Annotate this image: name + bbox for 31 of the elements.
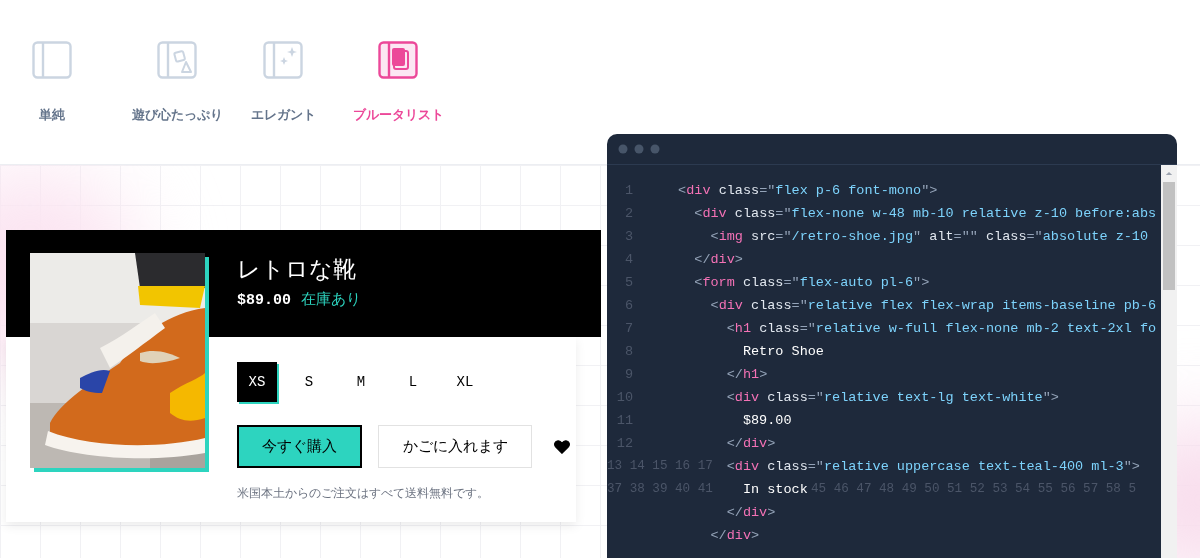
- code-line: <h1 class="relative w-full flex-none mb-2 text-2xl fo: [726, 321, 1157, 336]
- code-line: In stock: [742, 482, 808, 497]
- code-line: </div>: [726, 505, 776, 520]
- shipping-note: 米国本土からのご注文はすべて送料無料です。: [237, 486, 490, 501]
- style-tab[interactable]: 単純: [2, 41, 102, 124]
- size-option[interactable]: XS: [237, 362, 277, 402]
- code-line: $89.00: [742, 413, 792, 428]
- product-title: レトロな靴: [237, 255, 357, 283]
- size-option[interactable]: M: [341, 362, 381, 402]
- code-line: </div>: [726, 436, 776, 451]
- code-line: <div class="relative uppercase text-teal-400 ml-3">: [726, 459, 1140, 474]
- size-option[interactable]: S: [289, 362, 329, 402]
- code-line: <div class="flex p-6 font-mono">: [678, 183, 938, 198]
- code-line: <img src="/retro-shoe.jpg" alt="" class="absolute z-10: [710, 229, 1149, 244]
- code-line: </div>: [694, 252, 743, 267]
- code-line: </h1>: [726, 367, 768, 382]
- product-price: $89.00: [237, 292, 291, 309]
- size-option[interactable]: L: [393, 362, 433, 402]
- code-line: <div class="relative flex flex-wrap items-baseline pb-6: [710, 298, 1157, 313]
- style-tab[interactable]: エレガント: [252, 41, 314, 124]
- code-line: Retro Shoe: [742, 344, 824, 359]
- code-line: <form class="flex-auto pl-6">: [694, 275, 930, 290]
- code-line: <div class="relative text-lg text-white">: [726, 390, 1059, 405]
- buy-now-button[interactable]: 今すぐ購入: [237, 425, 363, 468]
- style-tab[interactable]: ブルータリスト: [314, 41, 482, 124]
- code-line: <div class="flex-none w-48 mb-10 relative z-10 before:abs: [694, 206, 1157, 221]
- code-line: </div>: [710, 528, 760, 543]
- size-option[interactable]: XL: [445, 362, 485, 402]
- add-to-cart-button[interactable]: かごに入れます: [378, 425, 533, 468]
- stock-status: 在庫あり: [301, 290, 361, 309]
- style-tab[interactable]: 遊び心たっぷり: [102, 41, 252, 124]
